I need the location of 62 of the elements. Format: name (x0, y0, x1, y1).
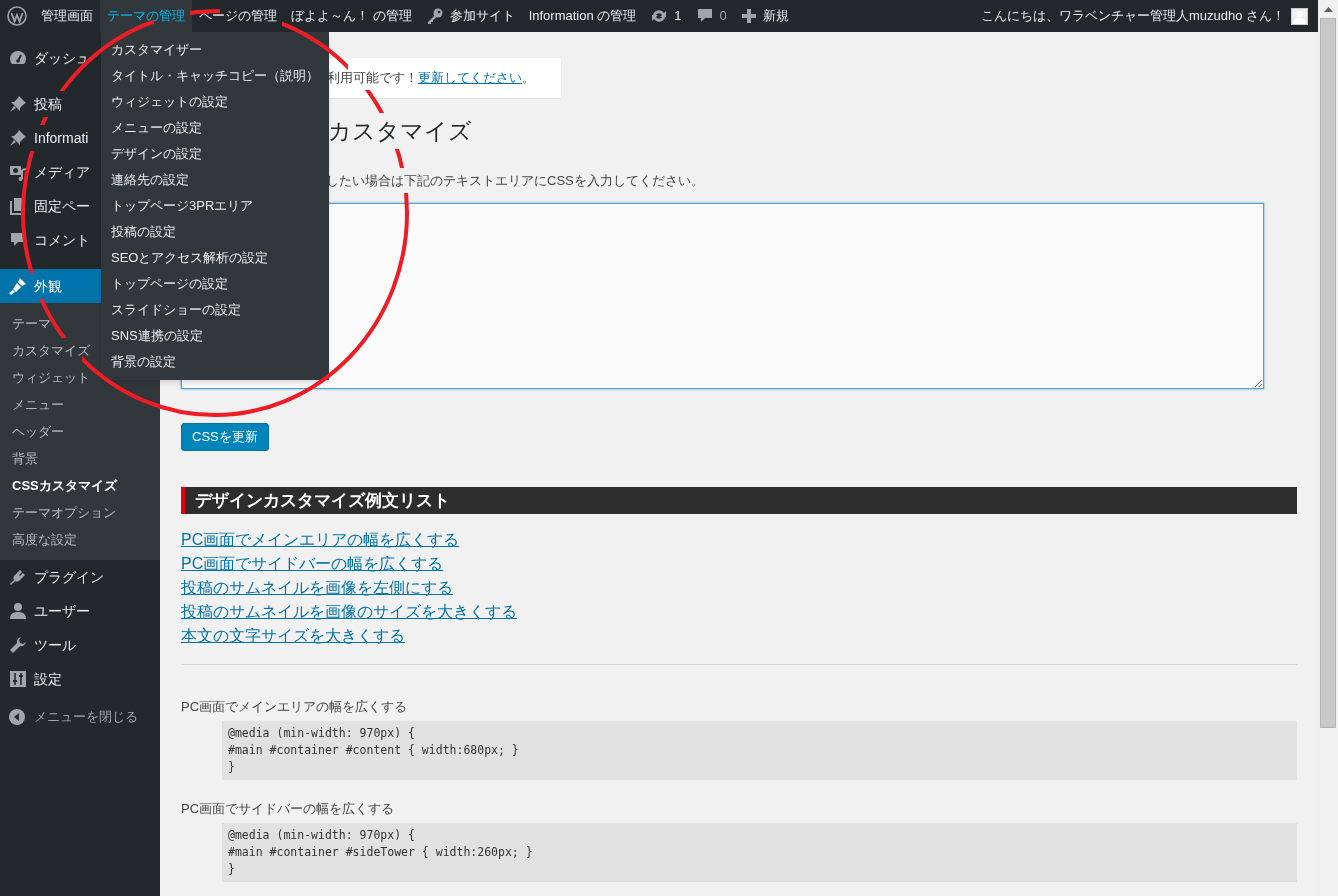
example-title: PC画面でメインエリアの幅を広くする (181, 699, 409, 715)
dropdown-item[interactable]: 背景の設定 (101, 349, 329, 375)
scroll-up-icon[interactable] (1323, 6, 1333, 12)
example-link[interactable]: PC画面でサイドバーの幅を広くする (181, 552, 444, 576)
wordpress-logo-icon (7, 6, 27, 26)
submenu-item[interactable]: メニュー (0, 391, 160, 418)
collapse-icon (8, 708, 26, 726)
submenu-item[interactable]: 背景 (0, 445, 160, 472)
code-block: @media (min-width: 970px) { #main #container #sideTower { width:260px; } } (222, 823, 1297, 882)
dropdown-item[interactable]: トップページ3PRエリア (101, 193, 329, 219)
comment-icon (695, 7, 714, 25)
wrench-icon (8, 635, 28, 655)
toolbar-item[interactable]: 新規 (733, 0, 796, 32)
update-link[interactable]: 更新してください (418, 70, 522, 86)
dropdown-item[interactable]: 連絡先の設定 (101, 167, 329, 193)
toolbar-item[interactable]: 1 (643, 0, 689, 32)
avatar-icon (1291, 7, 1308, 25)
update-css-button[interactable]: CSSを更新 (181, 423, 269, 451)
dropdown-item[interactable]: タイトル・キャッチコピー（説明） (101, 63, 329, 89)
sliders-icon (8, 669, 28, 689)
dropdown-item[interactable]: SEOとアクセス解析の設定 (101, 245, 329, 271)
submenu-item[interactable]: テーマオプション (0, 499, 160, 526)
pin-icon (8, 128, 28, 148)
example-link[interactable]: 投稿のサムネイルを画像のサイズを大きくする (181, 600, 517, 624)
plug-icon (8, 567, 28, 587)
plus-icon (740, 8, 757, 24)
scrollbar-thumb[interactable] (1320, 18, 1336, 728)
example-link[interactable]: 投稿のサムネイルを画像を左側にする (181, 576, 453, 600)
sidebar-item[interactable]: ツール (0, 628, 160, 662)
sidebar-item[interactable]: ユーザー (0, 594, 160, 628)
dropdown-item[interactable]: カスタマイザー (101, 37, 329, 63)
submenu-item[interactable]: CSSカスタマイズ (0, 472, 160, 499)
example-title: PC画面でサイドバーの幅を広くする (181, 801, 396, 817)
dropdown-item[interactable]: SNS連携の設定 (101, 323, 329, 349)
account-menu[interactable]: こんにちは、ワラベンチャー管理人muzudho さん！ (980, 0, 1318, 32)
submenu-item[interactable]: ヘッダー (0, 418, 160, 445)
toolbar-item[interactable]: ページの管理 (192, 0, 284, 32)
page-title: カスタマイズ (328, 117, 472, 146)
toolbar-item[interactable]: 管理画面 (34, 0, 100, 32)
sidebar-item[interactable]: 設定 (0, 662, 160, 696)
collapse-menu-button[interactable]: メニューを閉じる (0, 700, 160, 734)
refresh-icon (650, 7, 669, 25)
sidebar-item[interactable]: プラグイン (0, 560, 160, 594)
dropdown-item[interactable]: 投稿の設定 (101, 219, 329, 245)
description-text: したい場合は下記のテキストエリアにCSSを入力してください。 (326, 172, 704, 190)
example-link[interactable]: PC画面でメインエリアの幅を広くする (181, 528, 460, 552)
toolbar-item[interactable]: ぼよよ～ん！ の管理 (284, 0, 419, 32)
toolbar-item[interactable]: Information の管理 (521, 0, 644, 32)
code-block: @media (min-width: 970px) { #main #container #content { width:680px; } } (222, 721, 1297, 780)
toolbar-item[interactable]: 参加サイト (418, 0, 522, 32)
section-heading: デザインカスタマイズ例文リスト (181, 487, 1297, 514)
submenu-item[interactable]: 高度な設定 (0, 526, 160, 553)
toolbar-item[interactable]: 0 (688, 0, 734, 32)
example-link[interactable]: 本文の文字サイズを大きくする (181, 624, 405, 648)
paintbrush-icon (8, 276, 28, 296)
pin-icon (8, 94, 28, 114)
dropdown-item[interactable]: メニューの設定 (101, 115, 329, 141)
dropdown-item[interactable]: ウィジェットの設定 (101, 89, 329, 115)
key-icon (425, 7, 444, 25)
toolbar-item[interactable]: テーマの管理 (100, 0, 192, 32)
dropdown-item[interactable]: デザインの設定 (101, 141, 329, 167)
user-icon (8, 601, 28, 621)
